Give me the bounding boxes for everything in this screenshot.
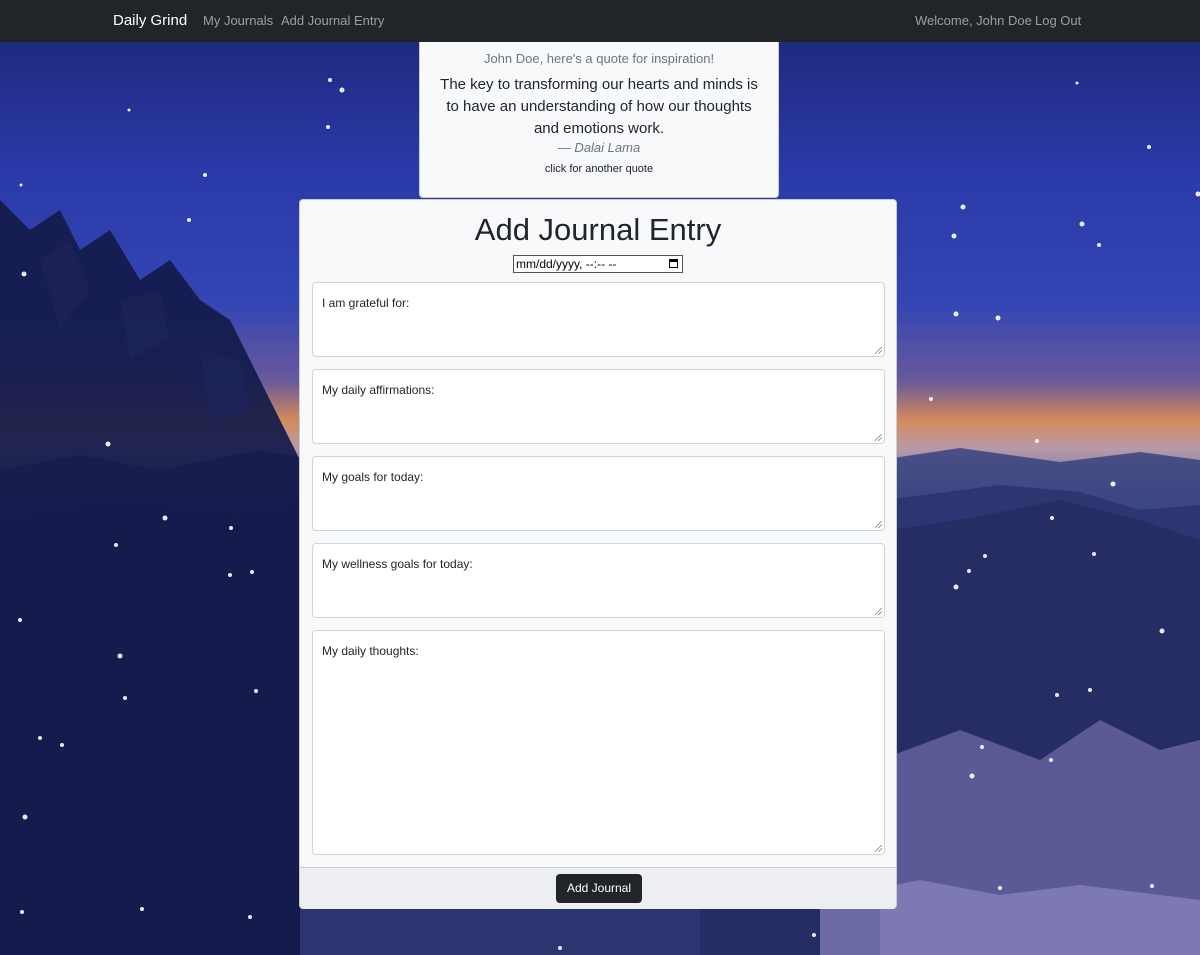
journal-entry-form: Add Journal Entry mm/dd/yyyy, --:-- -- I… bbox=[299, 199, 897, 909]
affirmations-textarea[interactable]: My daily affirmations: bbox=[312, 369, 885, 444]
date-time-input[interactable]: mm/dd/yyyy, --:-- -- bbox=[513, 255, 683, 273]
date-time-placeholder: mm/dd/yyyy, --:-- -- bbox=[516, 257, 617, 271]
calendar-icon[interactable] bbox=[669, 259, 678, 268]
welcome-text: Welcome, John Doe bbox=[915, 13, 1032, 28]
resize-handle-icon[interactable] bbox=[875, 434, 882, 441]
quote-heading: John Doe, here's a quote for inspiration… bbox=[483, 51, 715, 66]
quote-author: — Dalai Lama bbox=[557, 140, 641, 155]
daily-thoughts-textarea[interactable]: My daily thoughts: bbox=[312, 630, 885, 855]
nav-add-journal-entry[interactable]: Add Journal Entry bbox=[281, 13, 384, 28]
goals-textarea[interactable]: My goals for today: bbox=[312, 456, 885, 531]
wellness-goals-textarea[interactable]: My wellness goals for today: bbox=[312, 543, 885, 618]
logout-link[interactable]: Log Out bbox=[1035, 13, 1081, 28]
daily-thoughts-placeholder: My daily thoughts: bbox=[322, 644, 419, 658]
resize-handle-icon[interactable] bbox=[875, 347, 882, 354]
goals-placeholder: My goals for today: bbox=[322, 470, 424, 484]
page-title: Add Journal Entry bbox=[474, 212, 722, 247]
resize-handle-icon[interactable] bbox=[875, 521, 882, 528]
another-quote-link[interactable]: click for another quote bbox=[420, 163, 778, 175]
resize-handle-icon[interactable] bbox=[875, 608, 882, 615]
form-footer: Add Journal bbox=[300, 867, 896, 909]
grateful-textarea[interactable]: I am grateful for: bbox=[312, 282, 885, 357]
resize-handle-icon[interactable] bbox=[875, 845, 882, 852]
top-navbar: Daily Grind My Journals Add Journal Entr… bbox=[0, 0, 1200, 42]
affirmations-placeholder: My daily affirmations: bbox=[322, 383, 435, 397]
grateful-placeholder: I am grateful for: bbox=[322, 296, 410, 310]
brand-logo-link[interactable]: Daily Grind bbox=[113, 12, 187, 29]
nav-my-journals[interactable]: My Journals bbox=[203, 13, 273, 28]
wellness-goals-placeholder: My wellness goals for today: bbox=[322, 557, 473, 571]
add-journal-button[interactable]: Add Journal bbox=[556, 874, 642, 903]
quote-card: John Doe, here's a quote for inspiration… bbox=[419, 42, 779, 198]
quote-text: The key to transforming our hearts and m… bbox=[440, 76, 758, 137]
